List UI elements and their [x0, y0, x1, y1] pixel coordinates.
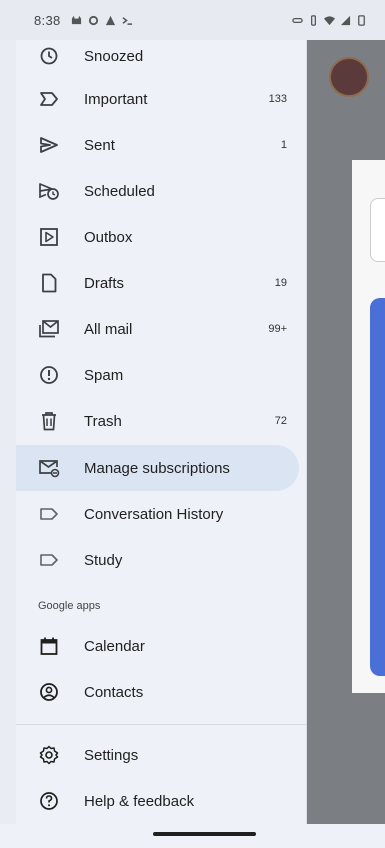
vibrate-icon — [311, 14, 316, 26]
schedule-send-icon — [38, 180, 60, 202]
spam-icon — [38, 364, 60, 386]
nav-item-settings[interactable]: Settings — [16, 732, 307, 778]
nav-item-count: 99+ — [268, 323, 287, 335]
gear-icon — [38, 744, 60, 766]
label-icon — [38, 503, 60, 525]
nav-item-important[interactable]: Important 133 — [16, 76, 307, 122]
nav-item-contacts[interactable]: Contacts — [16, 669, 307, 715]
wifi-icon — [324, 15, 335, 25]
nav-item-label: Help & feedback — [84, 792, 195, 810]
nav-item-label: Calendar — [84, 637, 145, 655]
nav-item-label: Settings — [84, 746, 139, 764]
nav-item-count: 72 — [274, 415, 287, 427]
status-system-icons — [292, 14, 367, 26]
nav-item-label: Snoozed — [84, 47, 144, 65]
status-notification-icons — [71, 15, 133, 26]
nav-item-label: Important — [84, 90, 148, 108]
gesture-handle[interactable] — [153, 832, 256, 836]
system-navigation-bar — [0, 824, 385, 848]
nav-item-all-mail[interactable]: All mail 99+ — [16, 306, 307, 352]
signal-icon — [340, 15, 351, 25]
contacts-icon — [38, 681, 60, 703]
status-time: 8:38 — [34, 12, 61, 28]
nav-item-count: 1 — [280, 139, 287, 151]
calendar-icon — [38, 635, 60, 657]
help-icon — [38, 790, 60, 812]
alert-icon — [105, 15, 115, 25]
nav-item-outbox[interactable]: Outbox — [16, 214, 307, 260]
all-mail-icon — [38, 318, 60, 340]
nav-item-label: Contacts — [84, 683, 144, 701]
nav-item-label: Spam — [84, 366, 124, 384]
nav-item-label: Drafts — [84, 274, 125, 292]
nav-item-scheduled[interactable]: Scheduled — [16, 168, 307, 214]
navigation-drawer: Snoozed Important 133 Sent 1 Scheduled O… — [16, 40, 307, 824]
nav-item-label: Study — [84, 551, 123, 569]
cat-icon — [71, 15, 81, 24]
nav-item-calendar[interactable]: Calendar — [16, 623, 307, 669]
nav-item-trash[interactable]: Trash 72 — [16, 398, 307, 444]
fan-icon — [88, 15, 98, 25]
nav-item-spam[interactable]: Spam — [16, 352, 307, 398]
nav-item-count: 19 — [274, 277, 287, 289]
send-icon — [38, 134, 60, 156]
nav-item-sent[interactable]: Sent 1 — [16, 122, 307, 168]
draft-icon — [38, 272, 60, 294]
background-dialog-card — [370, 298, 385, 676]
nav-item-label: Sent — [84, 136, 115, 154]
background-dialog-field — [370, 198, 385, 262]
nav-item-snoozed[interactable]: Snoozed — [16, 33, 307, 79]
drawer-divider — [16, 724, 307, 725]
nav-item-label: All mail — [84, 320, 133, 338]
account-avatar — [329, 57, 369, 97]
nav-item-drafts[interactable]: Drafts 19 — [16, 260, 307, 306]
terminal-icon — [121, 16, 132, 25]
nav-item-label: Outbox — [84, 228, 133, 246]
battery-icon — [358, 14, 365, 26]
nav-item-manage-subscriptions[interactable]: Manage subscriptions — [16, 445, 299, 491]
section-label-google-apps: Google apps — [38, 600, 101, 612]
trash-icon — [38, 410, 60, 432]
label-icon — [38, 549, 60, 571]
nav-item-label: Trash — [84, 412, 122, 430]
nav-item-conversation-history[interactable]: Conversation History — [16, 491, 307, 537]
nav-item-label: Scheduled — [84, 182, 155, 200]
nav-item-label: Conversation History — [84, 505, 224, 523]
nav-item-label: Manage subscriptions — [84, 459, 230, 477]
nav-item-study[interactable]: Study — [16, 537, 307, 583]
nav-item-count: 133 — [268, 93, 287, 105]
link-icon — [292, 17, 303, 23]
nav-item-help[interactable]: Help & feedback — [16, 778, 307, 824]
clock-snooze-icon — [38, 45, 60, 67]
subscriptions-icon — [38, 457, 60, 479]
label-important-icon — [38, 88, 60, 110]
outbox-icon — [38, 226, 60, 248]
